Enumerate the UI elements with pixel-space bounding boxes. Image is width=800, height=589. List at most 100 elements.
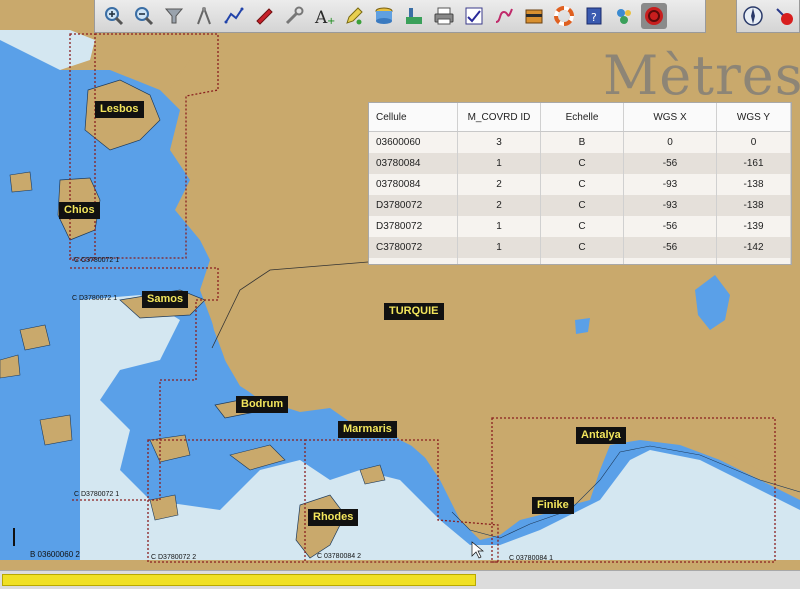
- boat-icon: [256, 8, 273, 25]
- table-cell: 03600060: [369, 131, 458, 153]
- layers-icon: [375, 7, 393, 24]
- table-cell: C: [540, 174, 624, 195]
- help-icon: ?: [586, 7, 602, 25]
- table-cell: 0: [716, 131, 791, 153]
- record-button[interactable]: [771, 3, 797, 29]
- cell-label: C 03780084 1: [509, 555, 553, 562]
- print-button[interactable]: [431, 3, 457, 29]
- island-small-2: [39, 414, 73, 446]
- cell-label: C D3780072 1: [72, 295, 118, 302]
- svg-text:?: ?: [591, 11, 597, 24]
- place-label-finike[interactable]: Finike: [532, 497, 574, 514]
- settings-button[interactable]: [611, 3, 637, 29]
- place-label-lesbos[interactable]: Lesbos: [95, 101, 144, 118]
- table-cell: -56: [623, 258, 717, 264]
- lake-2: [575, 318, 590, 334]
- table-row[interactable]: D3780072 1 C -56 -139: [369, 216, 791, 237]
- table-cell: B3780072: [369, 258, 458, 264]
- pencil-marker-icon: [346, 7, 363, 25]
- table-cell: C: [540, 153, 624, 174]
- add-text-icon: A +: [314, 8, 335, 27]
- tide-button[interactable]: [401, 3, 427, 29]
- table-cell: -56: [623, 153, 717, 174]
- table-cell: B: [540, 131, 624, 153]
- table-row[interactable]: D3780072 2 C -93 -138: [369, 195, 791, 216]
- checklist-button[interactable]: [461, 3, 487, 29]
- column-header[interactable]: WGS Y: [716, 103, 791, 132]
- target-icon: [645, 7, 663, 25]
- layers-button[interactable]: [371, 3, 397, 29]
- compass-draw-button[interactable]: [191, 3, 217, 29]
- column-header[interactable]: Echelle: [540, 103, 624, 132]
- main-toolbar: A + ?: [94, 0, 706, 33]
- table-cell: 1: [457, 153, 541, 174]
- table-cell: -138: [716, 174, 791, 195]
- column-header[interactable]: WGS X: [623, 103, 717, 132]
- table-cell: C: [540, 195, 624, 216]
- compass-button[interactable]: [740, 3, 766, 29]
- table-header-row: Cellule M_COVRD ID Echelle WGS X WGS Y: [369, 103, 791, 132]
- tools-button[interactable]: [281, 3, 307, 29]
- route-button[interactable]: [221, 3, 247, 29]
- cell-label: C D3780072 2: [151, 554, 197, 561]
- column-header[interactable]: M_COVRD ID: [457, 103, 541, 132]
- printer-icon: [434, 7, 454, 25]
- table-row[interactable]: C3780072 1 C -56 -142: [369, 237, 791, 258]
- compass-icon: [742, 6, 763, 26]
- target-button[interactable]: [641, 3, 667, 29]
- table-row[interactable]: 03780084 2 C -93 -138: [369, 174, 791, 195]
- place-label-turquie[interactable]: TURQUIE: [384, 303, 444, 320]
- table-cell: C: [540, 258, 624, 264]
- table-cell: 2: [457, 174, 541, 195]
- place-label-rhodes[interactable]: Rhodes: [308, 509, 359, 526]
- boat-button[interactable]: [251, 3, 277, 29]
- place-label-antalya[interactable]: Antalya: [576, 427, 626, 444]
- lifebuoy-icon: [554, 6, 574, 26]
- table-cell: 2: [457, 195, 541, 216]
- table-row[interactable]: 03780084 1 C -56 -161: [369, 153, 791, 174]
- table-cell: 1: [457, 258, 541, 264]
- place-label-chios[interactable]: Chios: [59, 202, 100, 219]
- column-header[interactable]: Cellule: [369, 103, 458, 132]
- help-button[interactable]: ?: [581, 3, 607, 29]
- svg-text:A: A: [314, 8, 328, 27]
- zoom-in-button[interactable]: [101, 3, 127, 29]
- marker-button[interactable]: [341, 3, 367, 29]
- place-label-bodrum[interactable]: Bodrum: [236, 396, 289, 413]
- place-label-marmaris[interactable]: Marmaris: [338, 421, 397, 438]
- zoom-out-button[interactable]: [131, 3, 157, 29]
- progress-fill: [2, 574, 476, 586]
- table-row[interactable]: 03600060 3 B 0 0: [369, 131, 791, 153]
- table-cell: -142: [716, 258, 791, 264]
- table-cell: -139: [716, 216, 791, 237]
- table-cell: D3780072: [369, 195, 458, 216]
- table-cell: -56: [623, 216, 717, 237]
- table-row[interactable]: B37800721C-56-142: [369, 258, 791, 264]
- table-cell: C: [540, 216, 624, 237]
- wrench-icon: [285, 6, 304, 25]
- zoom-in-icon: [105, 7, 124, 26]
- cell-label: C C3780072 1: [74, 257, 120, 264]
- checklist-icon: [465, 7, 483, 25]
- table-cell: 1: [457, 237, 541, 258]
- place-label-samos[interactable]: Samos: [142, 291, 189, 308]
- table-cell: C3780072: [369, 237, 458, 258]
- book-button[interactable]: [521, 3, 547, 29]
- book-icon: [525, 9, 543, 24]
- track-button[interactable]: [491, 3, 517, 29]
- table-cell: -161: [716, 153, 791, 174]
- track-icon: [495, 8, 513, 23]
- funnel-icon: [164, 8, 184, 24]
- settings-group-icon: [617, 9, 631, 24]
- filter-button[interactable]: [161, 3, 187, 29]
- table-cell: 1: [457, 216, 541, 237]
- table-cell: -138: [716, 195, 791, 216]
- cell-info-panel: Cellule M_COVRD ID Echelle WGS X WGS Y 0…: [368, 102, 792, 265]
- lifebuoy-button[interactable]: [551, 3, 577, 29]
- table-cell: 03780084: [369, 174, 458, 195]
- progress-bar: [0, 570, 800, 589]
- unit-label: Mètres: [603, 44, 800, 107]
- table-cell: 03780084: [369, 153, 458, 174]
- add-text-button[interactable]: A +: [311, 3, 337, 29]
- table-cell: -56: [623, 237, 717, 258]
